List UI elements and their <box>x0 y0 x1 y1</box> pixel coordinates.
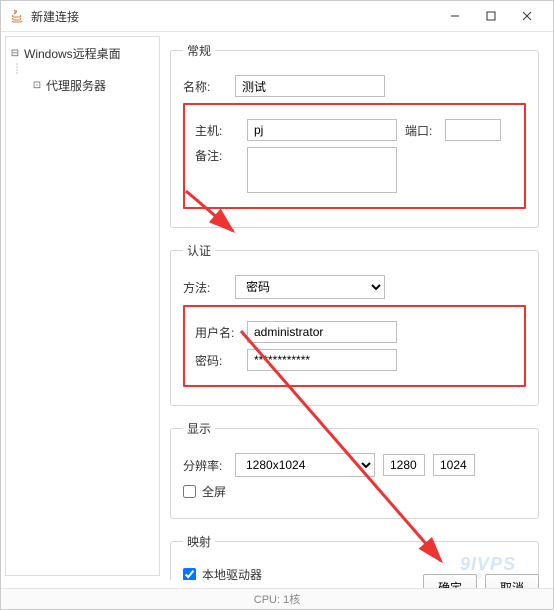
content-panel: 常规 名称: 主机: 端口: 备注: <box>164 32 553 580</box>
pass-input[interactable] <box>247 349 397 371</box>
minimize-button[interactable] <box>437 5 473 27</box>
group-display: 显示 分辨率: 1280x1024 全屏 <box>170 420 539 519</box>
name-label: 名称: <box>183 78 227 95</box>
user-input[interactable] <box>247 321 397 343</box>
legend-display: 显示 <box>183 420 215 437</box>
legend-auth: 认证 <box>183 242 215 259</box>
res-width-input[interactable] <box>383 454 425 476</box>
res-select[interactable]: 1280x1024 <box>235 453 375 477</box>
note-label: 备注: <box>195 147 239 164</box>
name-input[interactable] <box>235 75 385 97</box>
collapse-icon[interactable]: ⊟ <box>10 48 20 59</box>
legend-general: 常规 <box>183 42 215 59</box>
tree-root[interactable]: ⊟ Windows远程桌面 <box>10 43 155 64</box>
host-label: 主机: <box>195 122 239 139</box>
tree-child[interactable]: ⊡ 代理服务器 <box>10 75 155 96</box>
highlight-credentials-box: 用户名: 密码: <box>183 305 526 387</box>
body: ⊟ Windows远程桌面 ┊ ⊡ 代理服务器 常规 名称: 主机: <box>1 32 553 580</box>
tree-root-label: Windows远程桌面 <box>24 45 121 62</box>
user-label: 用户名: <box>195 324 239 341</box>
tree-panel: ⊟ Windows远程桌面 ┊ ⊡ 代理服务器 <box>5 36 160 576</box>
status-bar: CPU: 1核 <box>1 588 553 609</box>
group-general: 常规 名称: 主机: 端口: 备注: <box>170 42 539 228</box>
java-icon <box>9 8 25 24</box>
legend-mapping: 映射 <box>183 533 215 550</box>
fullscreen-checkbox[interactable] <box>183 485 196 498</box>
close-button[interactable] <box>509 5 545 27</box>
status-text: CPU: 1核 <box>254 591 300 607</box>
note-textarea[interactable] <box>247 147 397 193</box>
fullscreen-label: 全屏 <box>202 483 226 500</box>
group-auth: 认证 方法: 密码 用户名: 密码: <box>170 242 539 406</box>
titlebar: 新建连接 <box>1 1 553 32</box>
method-label: 方法: <box>183 279 227 296</box>
drive-checkbox[interactable] <box>183 568 196 580</box>
window-title: 新建连接 <box>31 8 437 25</box>
window: 新建连接 ⊟ Windows远程桌面 ┊ ⊡ 代理服务器 常规 名称: <box>0 0 554 610</box>
res-label: 分辨率: <box>183 457 227 474</box>
method-select[interactable]: 密码 <box>235 275 385 299</box>
host-input[interactable] <box>247 119 397 141</box>
tree-child-label: 代理服务器 <box>46 77 106 94</box>
leaf-icon: ⊡ <box>32 80 42 91</box>
tree-connector: ┊ <box>10 64 155 75</box>
maximize-button[interactable] <box>473 5 509 27</box>
pass-label: 密码: <box>195 352 239 369</box>
res-height-input[interactable] <box>433 454 475 476</box>
port-label: 端口: <box>405 122 437 139</box>
drive-label: 本地驱动器 <box>202 566 262 580</box>
port-input[interactable] <box>445 119 501 141</box>
highlight-host-box: 主机: 端口: 备注: <box>183 103 526 209</box>
group-mapping: 映射 本地驱动器 <box>170 533 539 580</box>
